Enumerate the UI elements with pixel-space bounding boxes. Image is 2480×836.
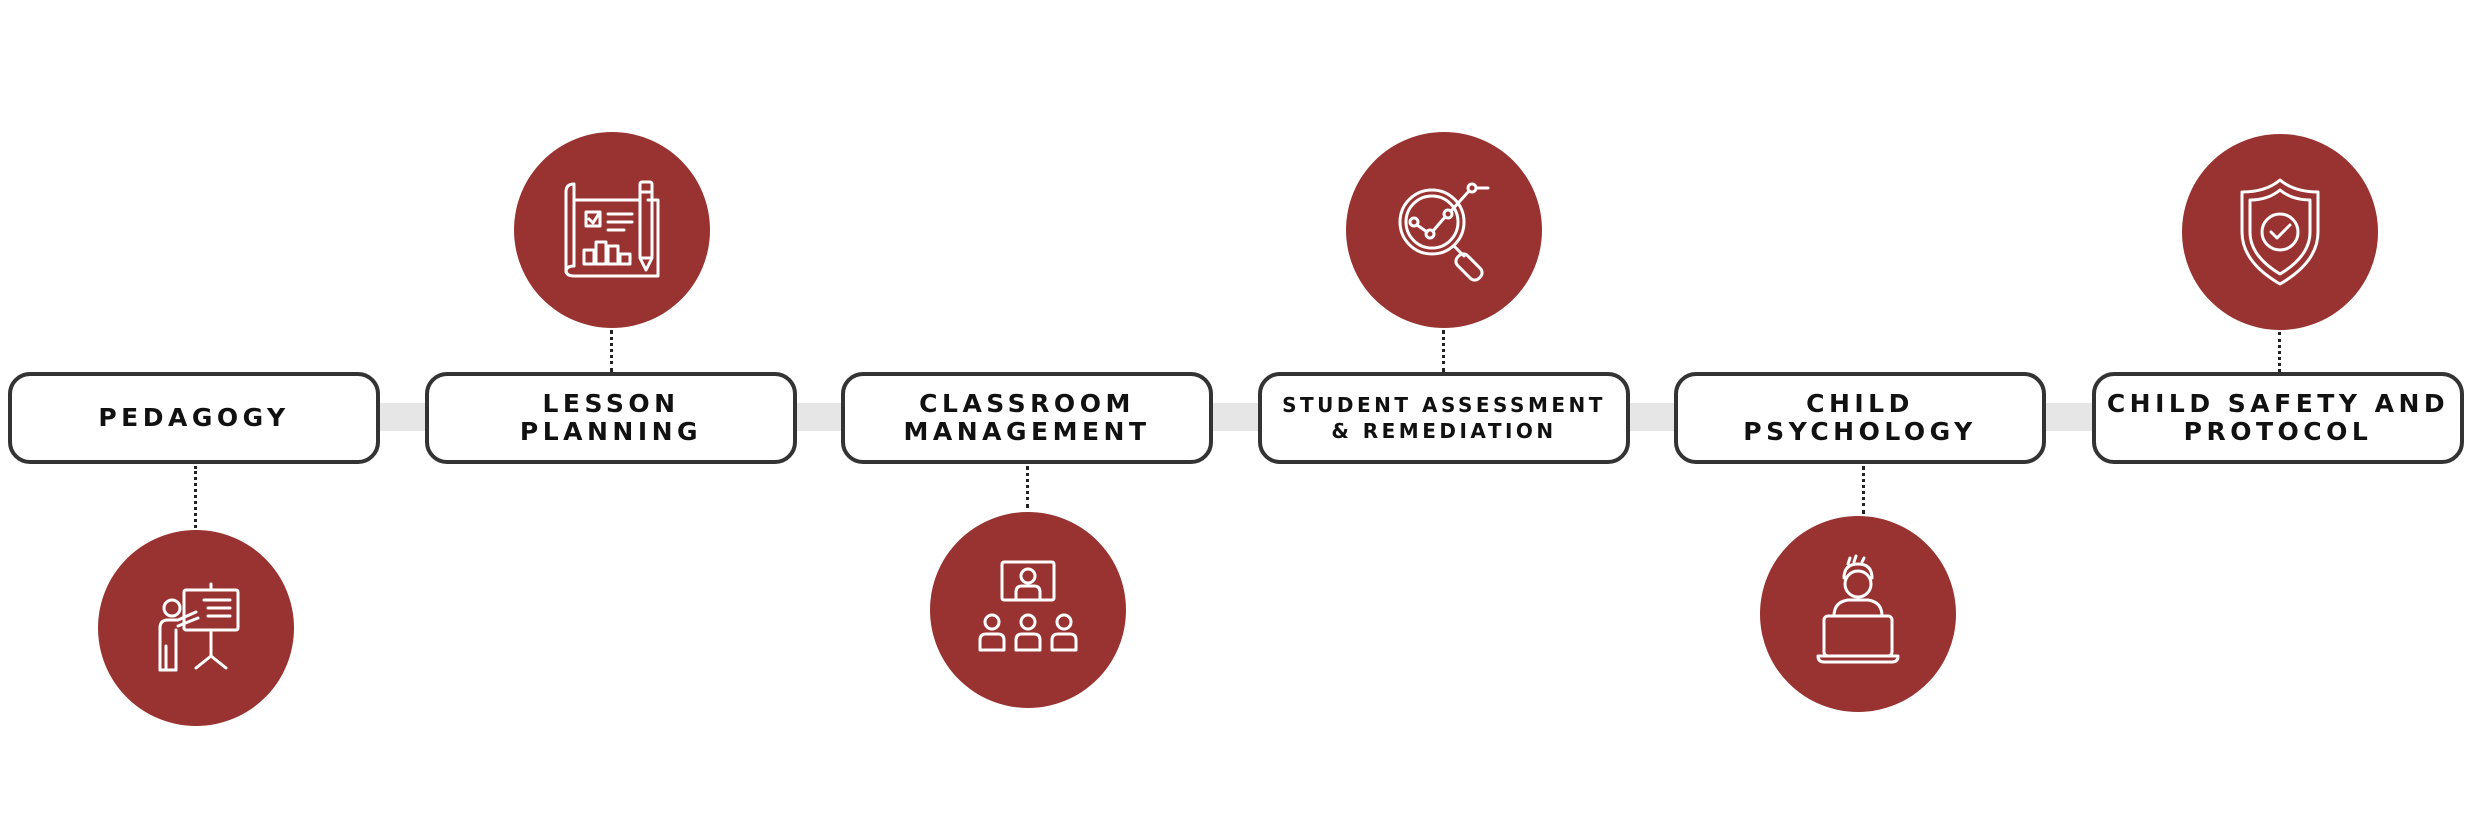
connector-child-safety: [2278, 332, 2281, 372]
child-safety-circle: [2182, 134, 2378, 330]
step-label: LESSON PLANNING: [519, 389, 703, 446]
connector-pedagogy: [194, 466, 197, 528]
student-assessment-circle: [1346, 132, 1542, 328]
child-psychology-circle: [1760, 516, 1956, 712]
student-laptop-icon: [1816, 554, 1900, 664]
classroom-management-circle: [930, 512, 1126, 708]
blueprint-plan-icon: [564, 180, 660, 278]
step-classroom-management: CLASSROOM MANAGEMENT: [841, 372, 1213, 464]
connector-lesson-planning: [610, 330, 613, 372]
connector-classroom-management: [1026, 466, 1029, 508]
magnifier-analytics-icon: [1398, 182, 1490, 282]
step-child-psychology: CHILD PSYCHOLOGY: [1674, 372, 2046, 464]
step-label: PEDAGOGY: [98, 403, 290, 432]
step-child-safety: CHILD SAFETY AND PROTOCOL: [2092, 372, 2464, 464]
step-lesson-planning: LESSON PLANNING: [425, 372, 797, 464]
shield-check-icon: [2240, 178, 2320, 286]
lesson-planning-circle: [514, 132, 710, 328]
step-student-assessment: STUDENT ASSESSMENT & REMEDIATION: [1258, 372, 1630, 464]
step-label: STUDENT ASSESSMENT & REMEDIATION: [1282, 393, 1606, 443]
connector-student-assessment: [1442, 330, 1445, 372]
classroom-audience-icon: [978, 560, 1078, 652]
step-label: CHILD SAFETY AND PROTOCOL: [2106, 389, 2450, 446]
step-label: CLASSROOM MANAGEMENT: [903, 389, 1151, 446]
step-label: CHILD PSYCHOLOGY: [1743, 389, 1977, 446]
presentation-teacher-icon: [158, 582, 240, 672]
process-diagram: PEDAGOGY LESSON PLANNING CLASSROOM MANAG…: [0, 0, 2480, 836]
step-pedagogy: PEDAGOGY: [8, 372, 380, 464]
connector-child-psychology: [1862, 466, 1865, 514]
pedagogy-circle: [98, 530, 294, 726]
